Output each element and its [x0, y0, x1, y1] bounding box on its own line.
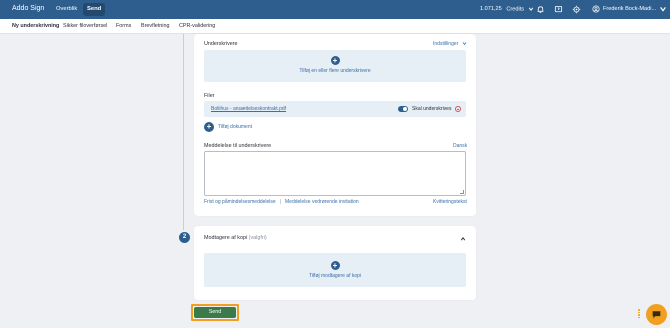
deadline-reminder-link[interactable]: Frist og påmindelsesmeddelelse: [204, 199, 276, 205]
sign-required-label: Skal underskrives: [412, 106, 452, 112]
link-separator: |: [279, 199, 282, 205]
copy-recipients-header[interactable]: Modtagere af kopi (valgfri): [204, 235, 267, 241]
user-menu[interactable]: Frederik Bock-Madi...: [592, 5, 667, 13]
optional-label: (valgfri): [248, 235, 267, 241]
signers-title: Underskrivere: [204, 41, 238, 47]
tab-cpr-validering[interactable]: CPR-validering: [179, 23, 215, 29]
user-name: Frederik Bock-Madi...: [603, 6, 657, 12]
chevron-down-icon: [462, 42, 466, 46]
sign-required-toggle[interactable]: [398, 106, 408, 112]
plus-icon[interactable]: +: [330, 56, 340, 65]
add-document-button[interactable]: + Tilføj dokument: [204, 122, 252, 132]
language-link[interactable]: Dansk: [453, 143, 467, 149]
tab-forms[interactable]: Forms: [116, 23, 131, 29]
add-signers-dropzone[interactable]: + Tilføj en eller flere underskrivere: [204, 50, 466, 82]
file-name-link[interactable]: Boliihus - ansættelseskontrakt.pdf: [211, 106, 286, 112]
gear-icon[interactable]: [572, 5, 581, 14]
message-textarea[interactable]: [204, 151, 466, 196]
message-title: Meddelelse til underskrivere: [204, 143, 272, 149]
remove-icon[interactable]: [455, 106, 461, 112]
plus-icon: +: [204, 122, 214, 132]
confirmation-text-link[interactable]: Kvitteringstekst: [433, 199, 467, 205]
bell-icon[interactable]: [536, 5, 545, 14]
plus-icon[interactable]: +: [330, 261, 340, 270]
nav-overblik[interactable]: Overblik: [52, 3, 81, 16]
credits-display[interactable]: 1.071,25 Credits: [480, 6, 534, 12]
send-button[interactable]: Send: [194, 307, 236, 318]
tab-sikker-filoverforsel[interactable]: Sikker filoverførsel: [63, 23, 107, 29]
add-signers-label: Tilføj en eller flere underskrivere: [299, 68, 371, 74]
chevron-down-icon: [660, 7, 667, 12]
chat-button[interactable]: [646, 304, 667, 325]
sub-navigation: Ny underskrivning Sikker filoverførsel F…: [0, 19, 670, 34]
app-logo[interactable]: Addo Sign: [12, 5, 44, 12]
resize-handle[interactable]: [460, 190, 464, 194]
chevron-down-icon: [528, 7, 533, 11]
step-timeline: [183, 34, 184, 230]
tab-brevfletning[interactable]: Brevfletning: [141, 23, 169, 29]
chat-icon: [652, 311, 661, 319]
top-navigation-bar: Addo Sign Overblik Send 1.071,25 Credits…: [0, 0, 670, 19]
drag-handle[interactable]: [638, 309, 642, 319]
files-title: Filer: [204, 93, 215, 99]
file-row: Boliihus - ansættelseskontrakt.pdf Skal …: [204, 101, 466, 117]
add-copy-recipients-label: Tilføj modtagere af kopi: [308, 273, 362, 279]
credits-label: Credits: [506, 6, 525, 13]
add-document-label: Tilføj dokument: [218, 124, 252, 130]
invitation-message-link[interactable]: Meddelelse vedrørende invitation: [285, 199, 359, 205]
settings-label: Indstillinger: [433, 41, 459, 47]
step-number-badge: 2: [179, 232, 190, 243]
nav-send[interactable]: Send: [83, 3, 106, 16]
message-links: Frist og påmindelsesmeddelelse | Meddele…: [204, 199, 359, 205]
settings-link[interactable]: Indstillinger: [433, 41, 467, 47]
copy-recipients-title: Modtagere af kopi: [204, 235, 248, 241]
help-icon[interactable]: [554, 5, 563, 14]
tab-ny-underskrivning[interactable]: Ny underskrivning: [12, 23, 59, 29]
credits-value: 1.071,25: [480, 6, 502, 13]
chevron-up-icon[interactable]: [460, 236, 466, 242]
user-icon: [592, 5, 600, 13]
signing-card: Underskrivere Indstillinger + Tilføj en …: [194, 34, 476, 216]
copy-recipients-card: Modtagere af kopi (valgfri) + Tilføj mod…: [194, 226, 476, 300]
add-copy-recipients-dropzone[interactable]: + Tilføj modtagere af kopi: [204, 253, 466, 287]
